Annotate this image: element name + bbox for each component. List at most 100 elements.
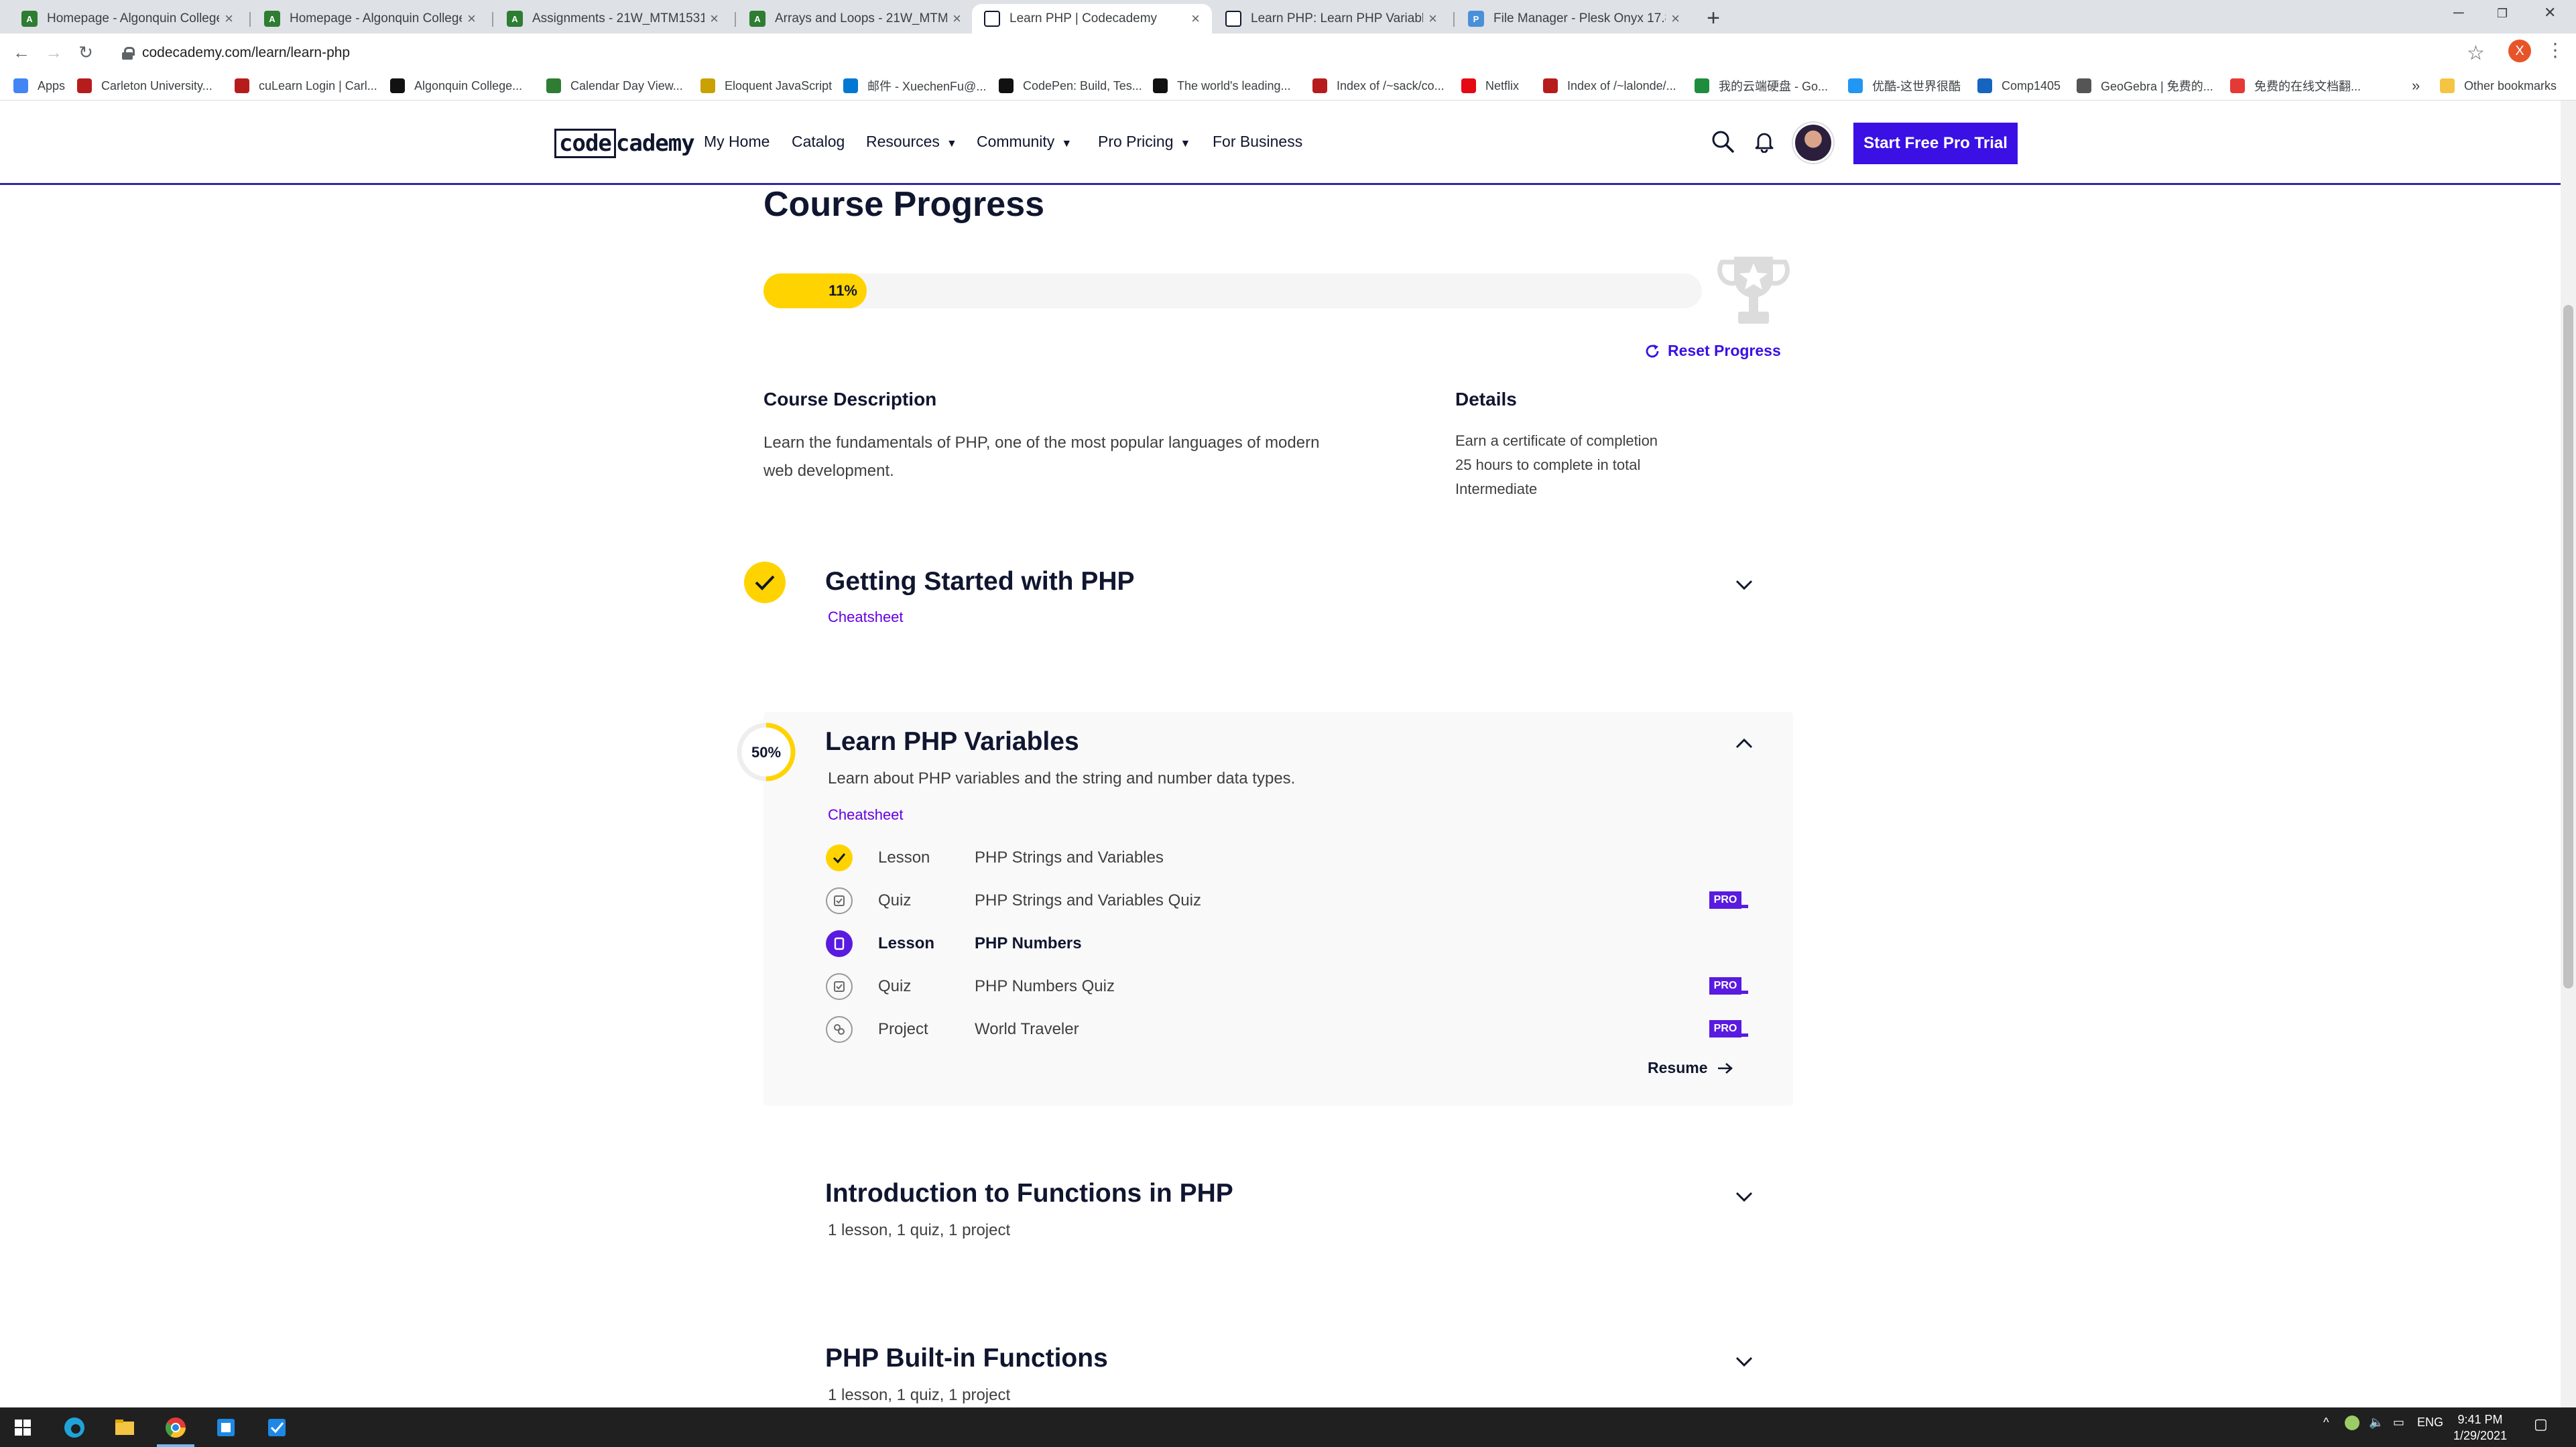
browser-tab[interactable]: A Homepage - Algonquin College ×	[252, 4, 488, 34]
bookmark-item[interactable]: CodePen: Build, Tes...	[999, 76, 1142, 95]
minimize-icon[interactable]: ─	[2453, 4, 2464, 21]
bookmark-item[interactable]: 免费的在线文档翻...	[2230, 76, 2361, 95]
detail-certificate: Earn a certificate of completion	[1455, 432, 1658, 449]
browser-tab[interactable]: P File Manager - Plesk Onyx 17.8.1 ×	[1456, 4, 1692, 34]
module-item-quiz[interactable]: Quiz PHP Strings and Variables Quiz PRO	[826, 887, 1751, 914]
scrollbar-thumb[interactable]	[2563, 305, 2573, 989]
bookmark-item[interactable]: Carleton University...	[77, 76, 212, 95]
item-type: Quiz	[878, 977, 912, 995]
close-tab-icon[interactable]: ×	[710, 10, 719, 27]
bookmark-item[interactable]: 邮件 - XuechenFu@...	[843, 76, 986, 95]
network-icon[interactable]: ▭	[2393, 1415, 2404, 1430]
browser-tab[interactable]: A Homepage - Algonquin College ×	[9, 4, 245, 34]
nav-pro-pricing[interactable]: Pro Pricing ▼	[1098, 133, 1190, 151]
chevron-down-icon[interactable]	[1734, 1190, 1754, 1203]
chevron-down-icon[interactable]	[1734, 578, 1754, 591]
page-scrollbar[interactable]	[2561, 101, 2576, 1407]
bookmark-item[interactable]: 优酷-这世界很酷	[1848, 76, 1961, 95]
reload-icon[interactable]: ↻	[74, 40, 98, 64]
start-free-pro-trial-button[interactable]: Start Free Pro Trial	[1853, 123, 2018, 164]
bookmark-item[interactable]: Eloquent JavaScript	[700, 76, 832, 95]
module-cheatsheet-link[interactable]: Cheatsheet	[828, 806, 904, 824]
browser-profile-avatar[interactable]: X	[2508, 40, 2531, 62]
nav-resources-label: Resources	[866, 133, 940, 150]
volume-icon[interactable]: 🔈	[2369, 1415, 2384, 1430]
codecademy-logo[interactable]: code cademy	[554, 129, 695, 158]
nav-pro-pricing-label: Pro Pricing	[1098, 133, 1174, 150]
bookmark-item[interactable]: Index of /~sack/co...	[1312, 76, 1445, 95]
language-indicator[interactable]: ENG	[2417, 1415, 2443, 1430]
restore-icon[interactable]: ❐	[2497, 7, 2508, 21]
browser-tab[interactable]: A Arrays and Loops - 21W_MTM15 ×	[737, 4, 973, 34]
reset-progress-button[interactable]: Reset Progress	[1644, 342, 1781, 360]
module-cheatsheet-link[interactable]: Cheatsheet	[828, 609, 904, 626]
refresh-icon	[1646, 344, 1659, 357]
tray-overflow-icon[interactable]: ^	[2323, 1415, 2329, 1430]
bookmark-item[interactable]: 我的云端硬盘 - Go...	[1695, 76, 1828, 95]
window-close-icon[interactable]: ✕	[2544, 4, 2556, 21]
tray-app-icon[interactable]	[2345, 1415, 2359, 1430]
close-tab-icon[interactable]: ×	[1191, 10, 1200, 27]
nav-for-business[interactable]: For Business	[1213, 133, 1302, 151]
chevron-up-icon[interactable]	[1734, 737, 1754, 751]
windows-start-icon[interactable]	[9, 1414, 36, 1441]
nav-resources[interactable]: Resources ▼	[866, 133, 957, 151]
app-icon[interactable]	[263, 1414, 290, 1441]
bookmarks-overflow[interactable]: »	[2412, 76, 2420, 95]
bell-icon[interactable]	[1753, 130, 1776, 153]
logo-code: code	[554, 129, 616, 158]
notification-icon[interactable]: ▢	[2534, 1415, 2548, 1433]
search-icon[interactable]	[1711, 129, 1735, 153]
chevron-down-icon[interactable]	[1734, 1355, 1754, 1368]
resume-label: Resume	[1648, 1059, 1708, 1076]
module-title-intro-functions[interactable]: Introduction to Functions in PHP	[825, 1179, 1233, 1208]
bookmark-star-icon[interactable]: ☆	[2467, 42, 2485, 65]
bookmark-item[interactable]: Netflix	[1461, 76, 1519, 95]
bookmark-item[interactable]: The world's leading...	[1153, 76, 1291, 95]
forward-icon[interactable]: →	[42, 40, 66, 64]
module-title-getting-started[interactable]: Getting Started with PHP	[825, 567, 1135, 596]
nav-my-home[interactable]: My Home	[704, 133, 770, 151]
bookmark-item[interactable]: Index of /~lalonde/...	[1543, 76, 1676, 95]
bookmark-item[interactable]: Apps	[13, 76, 65, 95]
close-tab-icon[interactable]: ×	[467, 10, 476, 27]
bookmark-favicon-icon	[390, 78, 405, 93]
browser-tab-active[interactable]: Learn PHP | Codecademy ×	[972, 4, 1212, 34]
module-title-learn-php-variables[interactable]: Learn PHP Variables	[825, 727, 1079, 757]
bookmark-item[interactable]: GeoGebra | 免费的...	[2077, 76, 2213, 95]
browser-menu-icon[interactable]: ⋮	[2546, 39, 2565, 61]
pro-badge: PRO	[1709, 891, 1748, 909]
bookmark-label: 我的云端硬盘 - Go...	[1719, 80, 1829, 93]
module-item-lesson-current[interactable]: Lesson PHP Numbers	[826, 930, 1751, 957]
tab-separator	[492, 12, 493, 27]
chrome-icon[interactable]	[162, 1414, 189, 1441]
other-bookmarks[interactable]: Other bookmarks	[2440, 76, 2557, 95]
nav-community[interactable]: Community ▼	[977, 133, 1072, 151]
module-item-quiz[interactable]: Quiz PHP Numbers Quiz PRO	[826, 973, 1751, 1000]
module-item-lesson[interactable]: Lesson PHP Strings and Variables	[826, 844, 1751, 871]
file-explorer-icon[interactable]	[111, 1414, 138, 1441]
browser-tab[interactable]: Learn PHP: Learn PHP Variables ×	[1213, 4, 1449, 34]
bookmarks-bar: Other bookmarks » Apps Carleton Universit…	[0, 71, 2576, 101]
module-title-builtin-functions[interactable]: PHP Built-in Functions	[825, 1344, 1108, 1373]
bookmark-item[interactable]: cuLearn Login | Carl...	[235, 76, 377, 95]
bookmark-item[interactable]: Calendar Day View...	[546, 76, 683, 95]
close-tab-icon[interactable]: ×	[953, 10, 961, 27]
close-tab-icon[interactable]: ×	[1428, 10, 1437, 27]
browser-tab[interactable]: A Assignments - 21W_MTM1531_0 ×	[495, 4, 731, 34]
nav-catalog[interactable]: Catalog	[792, 133, 845, 151]
resume-button[interactable]: Resume	[1648, 1059, 1734, 1077]
back-icon[interactable]: ←	[9, 40, 34, 64]
edge-icon[interactable]	[61, 1414, 88, 1441]
user-avatar[interactable]	[1793, 123, 1833, 163]
module-item-project[interactable]: Project World Traveler PRO	[826, 1016, 1751, 1043]
close-tab-icon[interactable]: ×	[225, 10, 233, 27]
bookmark-favicon-icon	[235, 78, 249, 93]
app-icon[interactable]	[212, 1414, 239, 1441]
bookmark-item[interactable]: Comp1405	[1977, 76, 2061, 95]
taskbar-clock[interactable]: 9:41 PM 1/29/2021	[2453, 1411, 2507, 1444]
address-bar[interactable]: codecademy.com/learn/learn-php	[114, 39, 2473, 67]
close-tab-icon[interactable]: ×	[1671, 10, 1680, 27]
new-tab-button[interactable]: +	[1701, 7, 1726, 32]
bookmark-item[interactable]: Algonquin College...	[390, 76, 522, 95]
